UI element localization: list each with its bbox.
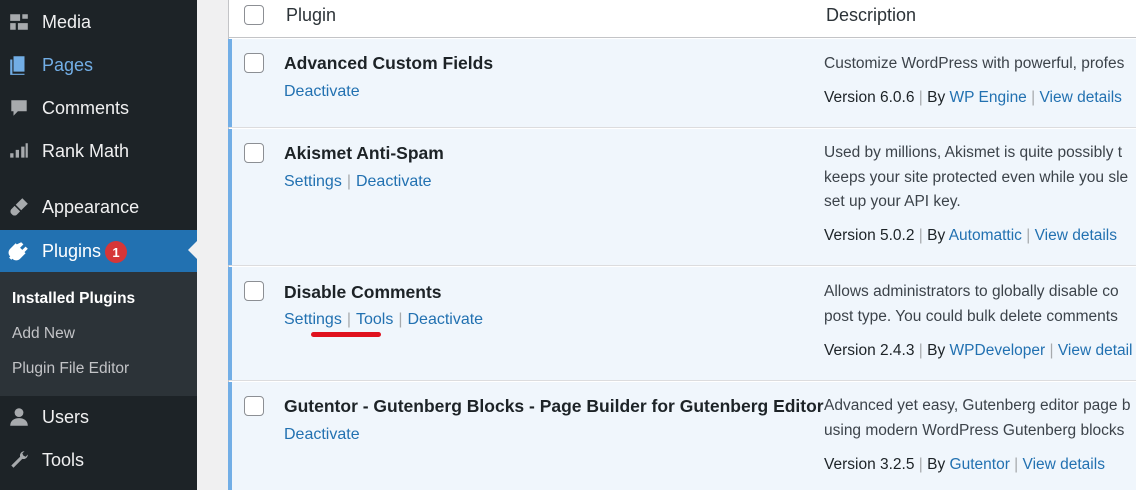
plugin-name: Gutentor - Gutenberg Blocks - Page Build… <box>284 396 824 416</box>
main-content: Plugin Description Advanced Custom Field… <box>197 0 1136 490</box>
description-line: Allows administrators to globally disabl… <box>824 283 1119 300</box>
deactivate-link[interactable]: Deactivate <box>407 311 483 328</box>
sidebar-item-pages[interactable]: Pages <box>0 45 197 85</box>
row-checkbox[interactable] <box>244 53 264 73</box>
pages-icon <box>7 53 31 77</box>
sidebar-item-rank-math[interactable]: Rank Math <box>0 131 197 171</box>
by-text: By <box>927 89 946 106</box>
sidebar-item-tools[interactable]: Tools <box>0 440 197 480</box>
submenu-item-installed-plugins[interactable]: Installed Plugins <box>12 290 135 308</box>
plugin-description: Advanced yet easy, Gutenberg editor page… <box>824 394 1136 443</box>
plugin-name: Disable Comments <box>284 282 442 302</box>
by-text: By <box>927 456 946 473</box>
plugin-description: Allows administrators to globally disabl… <box>824 280 1136 329</box>
table-row: Gutentor - Gutenberg Blocks - Page Build… <box>228 382 1136 490</box>
description-line: post type. You could bulk delete comment… <box>824 307 1118 325</box>
by-text: By <box>927 227 946 244</box>
submenu-item-plugin-file-editor[interactable]: Plugin File Editor <box>12 360 129 378</box>
plugins-table: Plugin Description Advanced Custom Field… <box>228 0 1136 490</box>
sidebar-item-plugins[interactable]: Plugins 1 <box>0 230 197 272</box>
version-text: Version 3.2.5 <box>824 456 915 473</box>
plugin-description: Used by millions, Akismet is quite possi… <box>824 141 1136 215</box>
row-checkbox[interactable] <box>244 143 264 163</box>
view-details-link[interactable]: View details <box>1035 227 1117 244</box>
by-text: By <box>927 342 946 359</box>
table-row: Akismet Anti-Spam Settings | Deactivate Us… <box>228 129 1136 266</box>
description-line: Customize WordPress with powerful, profe… <box>824 55 1125 72</box>
sidebar-item-appearance[interactable]: Appearance <box>0 187 197 227</box>
version-text: Version 5.0.2 <box>824 227 915 244</box>
plugin-description: Customize WordPress with powerful, profe… <box>824 52 1136 77</box>
table-row: Disable Comments Settings | Tools | Deactiva… <box>228 267 1136 381</box>
users-icon <box>7 405 31 429</box>
tools-link[interactable]: Tools <box>356 311 393 328</box>
table-row: Advanced Custom Fields Deactivate Custom… <box>228 39 1136 128</box>
select-all-checkbox[interactable] <box>244 5 264 25</box>
submenu-item-add-new[interactable]: Add New <box>12 325 75 343</box>
column-header-description: Description <box>826 5 917 25</box>
row-actions: Settings | Tools | Deactivate <box>284 311 484 328</box>
sidebar-item-label: Media <box>42 11 92 32</box>
description-line: keeps your site protected even while you… <box>824 168 1129 186</box>
comments-icon <box>7 96 31 120</box>
row-checkbox[interactable] <box>244 281 264 301</box>
view-details-link[interactable]: View details <box>1039 89 1121 106</box>
view-details-link[interactable]: View details <box>1023 456 1105 473</box>
media-icon <box>7 10 31 34</box>
sidebar-item-media[interactable]: Media <box>0 2 197 42</box>
highlight-underline <box>311 332 381 337</box>
sidebar-item-label: Tools <box>42 449 85 470</box>
description-line: Advanced yet easy, Gutenberg editor page… <box>824 397 1131 414</box>
author-link[interactable]: Gutentor <box>950 456 1010 473</box>
plugin-name: Advanced Custom Fields <box>284 53 494 73</box>
row-actions: Deactivate <box>284 426 360 444</box>
author-link[interactable]: Automattic <box>949 227 1022 244</box>
plugin-meta: Version 3.2.5 | By Gutentor | View detai… <box>824 456 1105 473</box>
table-header: Plugin Description <box>229 0 1136 38</box>
row-actions: Settings | Deactivate <box>284 173 432 190</box>
version-text: Version 6.0.6 <box>824 89 915 106</box>
plugin-meta: Version 5.0.2 | By Automattic | View det… <box>824 227 1118 244</box>
view-details-link[interactable]: View detail <box>1058 342 1133 359</box>
sidebar-item-label: Pages <box>42 54 94 75</box>
author-link[interactable]: WPDeveloper <box>950 342 1046 359</box>
plugin-meta: Version 6.0.6 | By WP Engine | View deta… <box>824 89 1122 106</box>
deactivate-link[interactable]: Deactivate <box>284 426 360 443</box>
row-actions: Deactivate <box>284 83 360 101</box>
update-count-badge: 1 <box>105 241 127 263</box>
column-header-plugin[interactable]: Plugin <box>286 5 336 26</box>
sidebar-item-users[interactable]: Users <box>0 397 197 437</box>
version-text: Version 2.4.3 <box>824 342 915 359</box>
plugin-name: Akismet Anti-Spam <box>284 143 444 163</box>
settings-link[interactable]: Settings <box>284 173 342 190</box>
sidebar-item-label: Comments <box>42 97 130 118</box>
appearance-icon <box>7 195 31 219</box>
rank-math-icon <box>7 139 31 163</box>
plugin-meta: Version 2.4.3 | By WPDeveloper | View de… <box>824 342 1133 359</box>
sidebar-item-label: Users <box>42 406 90 427</box>
deactivate-link[interactable]: Deactivate <box>284 83 360 100</box>
description-line: Used by millions, Akismet is quite possi… <box>824 144 1123 161</box>
plugins-submenu: Installed Plugins Add New Plugin File Ed… <box>0 272 197 396</box>
sidebar-item-label: Plugins <box>42 240 102 261</box>
deactivate-link[interactable]: Deactivate <box>356 173 432 190</box>
sidebar-item-label: Appearance <box>42 196 140 217</box>
author-link[interactable]: WP Engine <box>950 89 1027 106</box>
description-line: set up your API key. <box>824 193 961 210</box>
sidebar-item-label: Rank Math <box>42 140 130 161</box>
plugins-icon <box>7 239 31 263</box>
admin-sidebar: Media Pages Comments Rank Math Appearanc… <box>0 0 197 490</box>
row-checkbox[interactable] <box>244 396 264 416</box>
description-line: using modern WordPress Gutenberg blocks <box>824 421 1125 439</box>
tools-icon <box>7 448 31 472</box>
sidebar-item-comments[interactable]: Comments <box>0 88 197 128</box>
settings-link[interactable]: Settings <box>284 311 342 328</box>
